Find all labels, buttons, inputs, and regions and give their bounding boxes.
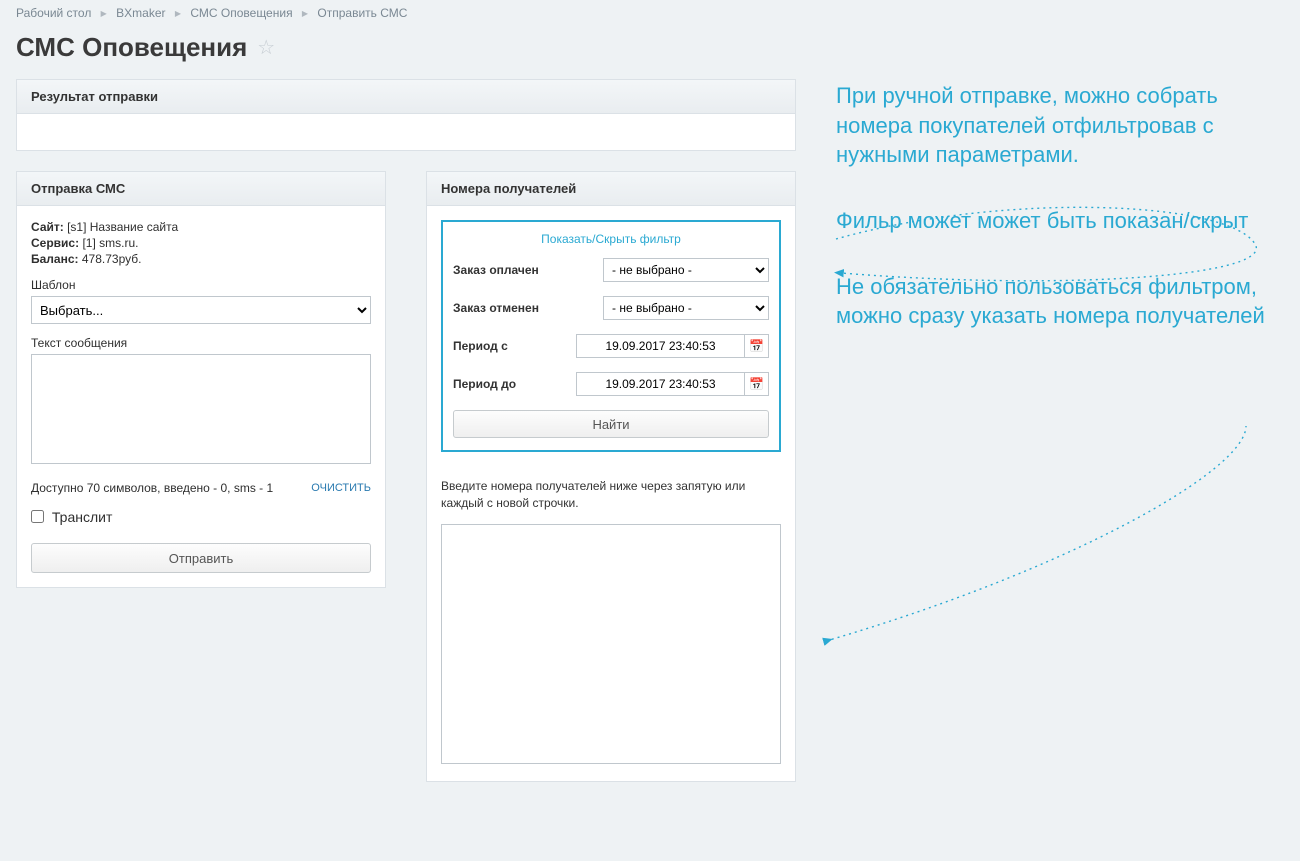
filter-cancelled-select[interactable]: - не выбрано - bbox=[603, 296, 769, 320]
breadcrumb-item[interactable]: BXmaker bbox=[116, 6, 165, 20]
find-button[interactable]: Найти bbox=[453, 410, 769, 438]
calendar-icon[interactable]: 📅 bbox=[745, 334, 769, 358]
filter-box: Показать/Скрыть фильтр Заказ оплачен - н… bbox=[441, 220, 781, 452]
message-label: Текст сообщения bbox=[31, 336, 371, 350]
filter-toggle[interactable]: Показать/Скрыть фильтр bbox=[453, 232, 769, 246]
template-select[interactable]: Выбрать... bbox=[31, 296, 371, 324]
filter-paid-label: Заказ оплачен bbox=[453, 263, 603, 277]
arrow-decoration bbox=[806, 81, 1286, 781]
chevron-right-icon bbox=[302, 9, 308, 20]
send-sms-panel: Отправка СМС Сайт: [s1] Название сайта С… bbox=[16, 171, 386, 588]
annotation-1: При ручной отправке, можно собрать номер… bbox=[836, 81, 1284, 170]
recipients-header: Номера получателей bbox=[427, 172, 795, 206]
send-sms-header: Отправка СМС bbox=[17, 172, 385, 206]
message-textarea[interactable] bbox=[31, 354, 371, 464]
breadcrumb-item[interactable]: Отправить СМС bbox=[317, 6, 407, 20]
translit-checkbox[interactable] bbox=[31, 510, 44, 523]
site-info: Сайт: [s1] Название сайта bbox=[31, 220, 371, 234]
recipients-panel: Номера получателей Показать/Скрыть фильт… bbox=[426, 171, 796, 782]
filter-period-from-label: Период с bbox=[453, 339, 576, 353]
send-button[interactable]: Отправить bbox=[31, 543, 371, 573]
chevron-right-icon bbox=[175, 9, 181, 20]
breadcrumb: Рабочий стол BXmaker СМС Оповещения Отпр… bbox=[0, 0, 1300, 24]
page-title: СМС Оповещения bbox=[16, 32, 247, 63]
annotation-2: Фильр может может быть показан/скрыт bbox=[836, 206, 1284, 236]
translit-checkbox-label[interactable]: Транслит bbox=[31, 509, 112, 525]
filter-period-to-label: Период до bbox=[453, 377, 576, 391]
char-counter: Доступно 70 символов, введено - 0, sms -… bbox=[31, 481, 273, 495]
star-icon[interactable]: ☆ bbox=[257, 35, 275, 60]
result-panel-header: Результат отправки bbox=[17, 80, 795, 114]
breadcrumb-item[interactable]: СМС Оповещения bbox=[190, 6, 292, 20]
filter-paid-select[interactable]: - не выбрано - bbox=[603, 258, 769, 282]
filter-period-to-input[interactable] bbox=[576, 372, 745, 396]
filter-cancelled-label: Заказ отменен bbox=[453, 301, 603, 315]
result-panel: Результат отправки bbox=[16, 79, 796, 151]
result-panel-body bbox=[17, 114, 795, 150]
filter-period-from-input[interactable] bbox=[576, 334, 745, 358]
calendar-icon[interactable]: 📅 bbox=[745, 372, 769, 396]
template-label: Шаблон bbox=[31, 278, 371, 292]
annotation-3: Не обязательно пользоваться фильтром, мо… bbox=[836, 272, 1284, 331]
service-info: Сервис: [1] sms.ru. bbox=[31, 236, 371, 250]
recipients-hint: Введите номера получателей ниже через за… bbox=[441, 478, 781, 512]
clear-button[interactable]: ОЧИСТИТЬ bbox=[311, 482, 371, 494]
balance-info: Баланс: 478.73руб. bbox=[31, 252, 371, 266]
chevron-right-icon bbox=[101, 9, 107, 20]
recipients-textarea[interactable] bbox=[441, 524, 781, 764]
breadcrumb-item[interactable]: Рабочий стол bbox=[16, 6, 91, 20]
